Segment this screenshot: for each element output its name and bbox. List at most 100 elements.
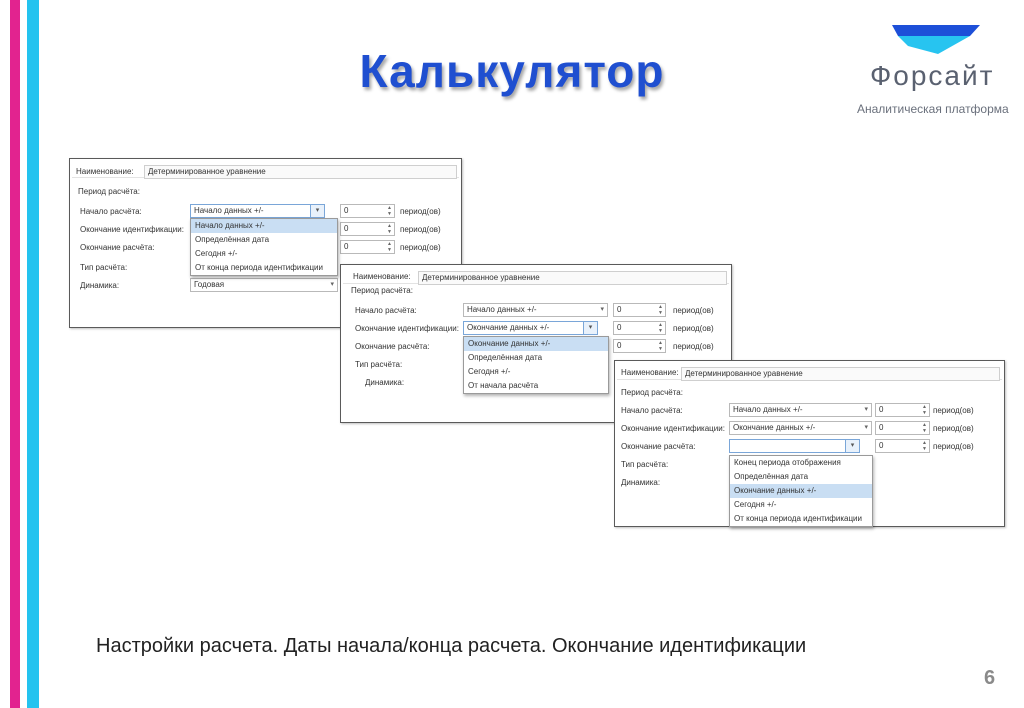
spinner-arrows-icon[interactable]: ▲ ▼ bbox=[922, 404, 927, 416]
name-label: Наименование: bbox=[76, 167, 134, 176]
dropdown-item[interactable]: Сегодня +/- bbox=[464, 365, 608, 379]
chevron-down-icon[interactable]: ▾ bbox=[310, 204, 325, 218]
ident-select[interactable]: Окончание данных +/- ▾ bbox=[463, 321, 598, 335]
start-offset-stepper[interactable]: 0 ▲ ▼ bbox=[613, 303, 666, 317]
start-offset-stepper[interactable]: 0 ▲ ▼ bbox=[875, 403, 930, 417]
end-offset-stepper[interactable]: 0 ▲ ▼ bbox=[613, 339, 666, 353]
start-label: Начало расчёта: bbox=[621, 406, 683, 415]
ident-unit: период(ов) bbox=[673, 324, 714, 333]
name-row: Наименование: Детерминированное уравнени… bbox=[617, 365, 1002, 381]
ident-offset-value: 0 bbox=[879, 423, 884, 432]
spinner-arrows-icon[interactable]: ▲ ▼ bbox=[387, 241, 392, 253]
ident-offset-stepper[interactable]: 0 ▲ ▼ bbox=[875, 421, 930, 435]
dropdown-item[interactable]: Конец периода отображения bbox=[730, 456, 872, 470]
ident-select-value: Окончание данных +/- bbox=[467, 323, 550, 332]
dynamics-select[interactable]: Годовая ▾ bbox=[190, 278, 338, 292]
ident-offset-value: 0 bbox=[344, 224, 349, 233]
start-unit: период(ов) bbox=[400, 207, 441, 216]
start-unit: период(ов) bbox=[933, 406, 974, 415]
end-offset-stepper[interactable]: 0 ▲ ▼ bbox=[875, 439, 930, 453]
spinner-arrows-icon[interactable]: ▲ ▼ bbox=[658, 340, 663, 352]
dropdown-item[interactable]: Сегодня +/- bbox=[730, 498, 872, 512]
name-field[interactable]: Детерминированное уравнение bbox=[681, 367, 1000, 381]
end-offset-value: 0 bbox=[879, 441, 884, 450]
cyan-accent-bar bbox=[27, 0, 39, 708]
ident-select[interactable]: Окончание данных +/- ▾ bbox=[729, 421, 872, 435]
ident-label: Окончание идентификации: bbox=[80, 225, 184, 234]
logo-name: Форсайт bbox=[870, 60, 995, 91]
dropdown-item[interactable]: Окончание данных +/- bbox=[464, 337, 608, 351]
settings-panel-3: Наименование: Детерминированное уравнени… bbox=[614, 360, 1005, 527]
ident-select-value: Окончание данных +/- bbox=[733, 423, 816, 432]
ident-label: Окончание идентификации: bbox=[621, 424, 725, 433]
dropdown-item[interactable]: От конца периода идентификации bbox=[730, 512, 872, 526]
dynamics-label: Динамика: bbox=[365, 378, 405, 387]
start-offset-stepper[interactable]: 0 ▲ ▼ bbox=[340, 204, 395, 218]
end-label: Окончание расчёта: bbox=[80, 243, 155, 252]
ident-unit: период(ов) bbox=[400, 225, 441, 234]
name-field[interactable]: Детерминированное уравнение bbox=[418, 271, 727, 285]
start-select[interactable]: Начало данных +/- ▾ bbox=[729, 403, 872, 417]
start-select-value: Начало данных +/- bbox=[467, 305, 537, 314]
start-offset-value: 0 bbox=[879, 405, 884, 414]
spinner-arrows-icon[interactable]: ▲ ▼ bbox=[658, 322, 663, 334]
end-dropdown-list: Конец периода отображения Определённая д… bbox=[729, 455, 873, 527]
dynamics-label: Динамика: bbox=[80, 281, 120, 290]
name-field[interactable]: Детерминированное уравнение bbox=[144, 165, 457, 179]
spinner-arrows-icon[interactable]: ▲ ▼ bbox=[922, 440, 927, 452]
spinner-arrows-icon[interactable]: ▲ ▼ bbox=[922, 422, 927, 434]
dropdown-item[interactable]: Окончание данных +/- bbox=[730, 484, 872, 498]
start-offset-value: 0 bbox=[617, 305, 622, 314]
name-label: Наименование: bbox=[353, 272, 411, 281]
page-number: 6 bbox=[984, 667, 996, 689]
type-label: Тип расчёта: bbox=[355, 360, 403, 369]
chevron-down-icon[interactable]: ▾ bbox=[864, 404, 868, 416]
dropdown-item[interactable]: Начало данных +/- bbox=[191, 219, 337, 233]
chevron-down-icon[interactable]: ▾ bbox=[600, 304, 604, 316]
name-label: Наименование: bbox=[621, 368, 679, 377]
end-select[interactable]: ▾ bbox=[729, 439, 860, 453]
dynamics-label: Динамика: bbox=[621, 478, 661, 487]
spinner-arrows-icon[interactable]: ▲ ▼ bbox=[387, 223, 392, 235]
start-select-value: Начало данных +/- bbox=[194, 206, 264, 215]
end-offset-value: 0 bbox=[617, 341, 622, 350]
spinner-arrows-icon[interactable]: ▲ ▼ bbox=[658, 304, 663, 316]
end-unit: период(ов) bbox=[673, 342, 714, 351]
start-offset-value: 0 bbox=[344, 206, 349, 215]
type-label: Тип расчёта: bbox=[80, 263, 128, 272]
start-select[interactable]: Начало данных +/- ▾ bbox=[190, 204, 325, 218]
ident-offset-stepper[interactable]: 0 ▲ ▼ bbox=[613, 321, 666, 335]
dropdown-item[interactable]: От начала расчёта bbox=[464, 379, 608, 393]
dropdown-item[interactable]: Определённая дата bbox=[730, 470, 872, 484]
magenta-accent-bar bbox=[10, 0, 20, 708]
end-offset-value: 0 bbox=[344, 242, 349, 251]
end-label: Окончание расчёта: bbox=[355, 342, 430, 351]
ident-unit: период(ов) bbox=[933, 424, 974, 433]
chevron-down-icon[interactable]: ▾ bbox=[864, 422, 868, 434]
end-unit: период(ов) bbox=[400, 243, 441, 252]
ident-label: Окончание идентификации: bbox=[355, 324, 459, 333]
name-row: Наименование: Детерминированное уравнени… bbox=[72, 163, 459, 179]
dropdown-item[interactable]: Сегодня +/- bbox=[191, 247, 337, 261]
start-select-value: Начало данных +/- bbox=[733, 405, 803, 414]
dropdown-item[interactable]: От конца периода идентификации bbox=[191, 261, 337, 275]
slide-caption: Настройки расчета. Даты начала/конца рас… bbox=[96, 635, 807, 657]
start-dropdown-list: Начало данных +/- Определённая дата Сего… bbox=[190, 218, 338, 276]
chevron-down-icon[interactable]: ▾ bbox=[583, 321, 598, 335]
end-unit: период(ов) bbox=[933, 442, 974, 451]
dropdown-item[interactable]: Определённая дата bbox=[464, 351, 608, 365]
start-unit: период(ов) bbox=[673, 306, 714, 315]
period-label: Период расчёта: bbox=[621, 388, 683, 397]
end-offset-stepper[interactable]: 0 ▲ ▼ bbox=[340, 240, 395, 254]
start-select[interactable]: Начало данных +/- ▾ bbox=[463, 303, 608, 317]
chevron-down-icon[interactable]: ▾ bbox=[845, 439, 860, 453]
dynamics-select-value: Годовая bbox=[194, 280, 225, 289]
start-label: Начало расчёта: bbox=[355, 306, 417, 315]
type-label: Тип расчёта: bbox=[621, 460, 669, 469]
ident-offset-value: 0 bbox=[617, 323, 622, 332]
ident-offset-stepper[interactable]: 0 ▲ ▼ bbox=[340, 222, 395, 236]
dropdown-item[interactable]: Определённая дата bbox=[191, 233, 337, 247]
spinner-arrows-icon[interactable]: ▲ ▼ bbox=[387, 205, 392, 217]
logo-subtitle: Аналитическая платформа bbox=[857, 102, 1009, 116]
chevron-down-icon[interactable]: ▾ bbox=[330, 279, 334, 291]
